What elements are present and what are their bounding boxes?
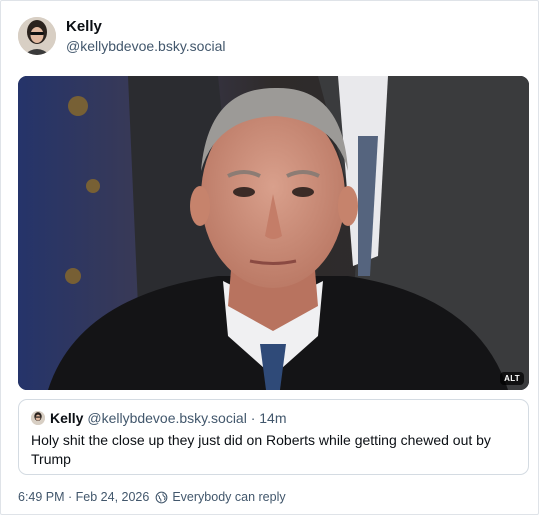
quoted-post-header: Kelly @kellybdevoe.bsky.social · 14m (50, 410, 287, 426)
post-timestamp[interactable]: 6:49 PM · Feb 24, 2026 (18, 490, 149, 504)
alt-text-badge[interactable]: ALT (500, 372, 524, 385)
quoted-author-name: Kelly (50, 410, 84, 426)
post-image[interactable]: ALT (18, 76, 529, 390)
quoted-post-time: · 14m (250, 410, 287, 426)
quoted-post-text: Holy shit the close up they just did on … (31, 432, 491, 467)
author-handle[interactable]: @kellybdevoe.bsky.social (66, 38, 225, 54)
quoted-post[interactable]: Kelly @kellybdevoe.bsky.social · 14m Hol… (18, 399, 529, 475)
quoted-author-avatar (31, 411, 45, 425)
reply-setting[interactable]: Everybody can reply (172, 490, 285, 504)
post-footer: 6:49 PM · Feb 24, 2026 Everybody can rep… (18, 490, 286, 504)
post-card: Kelly @kellybdevoe.bsky.social ALT Kelly… (0, 0, 539, 515)
quoted-author-handle: @kellybdevoe.bsky.social (87, 410, 247, 426)
author-name[interactable]: Kelly (66, 18, 102, 35)
globe-icon (155, 491, 168, 504)
author-avatar[interactable] (18, 17, 56, 55)
